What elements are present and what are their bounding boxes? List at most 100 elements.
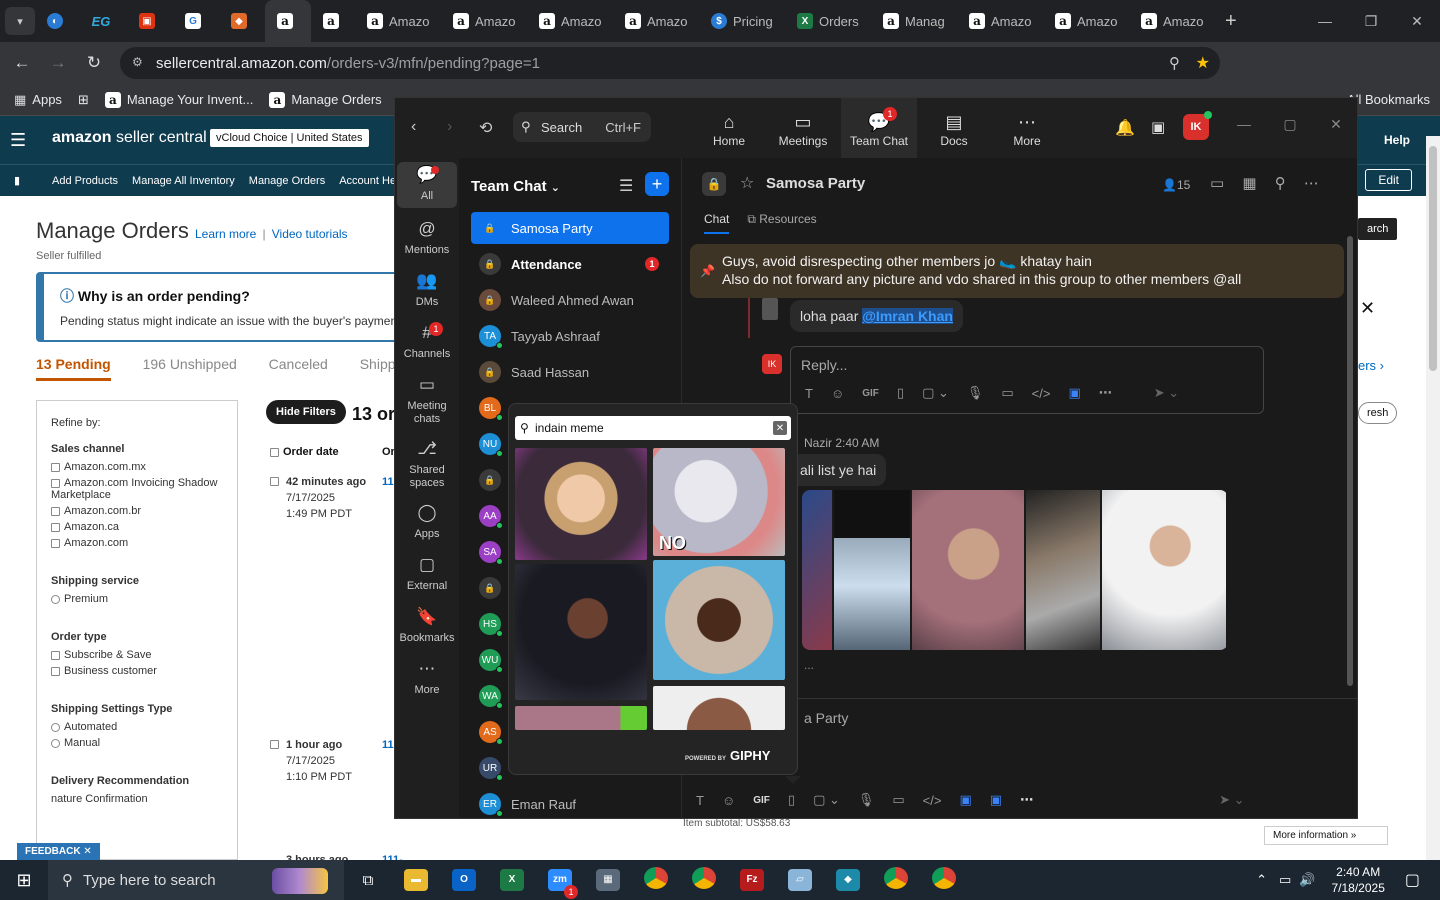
nav-meetings[interactable]: ▭ Meetings	[765, 98, 841, 158]
chevron-up-icon[interactable]: ⌃	[1256, 872, 1267, 888]
excel-icon[interactable]: X	[488, 869, 536, 891]
avatar[interactable]: IK	[1183, 111, 1212, 140]
bookmark-manage-inventory[interactable]: a Manage Your Invent...	[104, 91, 253, 108]
minimize-icon[interactable]: —	[1221, 116, 1267, 133]
nav-docs[interactable]: ▤ Docs	[916, 98, 992, 158]
subnav-manage-orders[interactable]: Manage Orders	[249, 175, 325, 187]
page-scrollbar[interactable]	[1426, 136, 1440, 860]
filter-option[interactable]: Amazon.com.mx	[51, 461, 223, 473]
message-input[interactable]: a Party	[804, 710, 848, 726]
chat-list-item[interactable]: TA Tayyab Ashraaf	[471, 320, 669, 352]
search-icon[interactable]: ⚲	[1169, 54, 1180, 72]
filter-option[interactable]: Amazon.ca	[51, 521, 223, 533]
calculator-icon[interactable]: ▦	[584, 869, 632, 891]
more-icon[interactable]: ⋯	[1304, 175, 1319, 192]
bell-icon[interactable]: 🔔	[1115, 118, 1135, 138]
reply-message[interactable]: loha paar @Imran Khan	[790, 300, 963, 332]
star-icon[interactable]: ☆	[740, 173, 754, 193]
file-icon[interactable]: ▯	[788, 792, 795, 808]
tab-canceled[interactable]: Canceled	[269, 356, 328, 372]
select-all-checkbox[interactable]	[270, 447, 279, 457]
app-icon[interactable]: ◆	[824, 869, 872, 891]
tab-eg[interactable]: EG	[81, 0, 127, 42]
bookmark-star-icon[interactable]: ★	[1196, 53, 1210, 73]
attachment-image[interactable]	[802, 490, 832, 650]
code-icon[interactable]: </>	[923, 793, 942, 808]
network-icon[interactable]: ▭	[1279, 872, 1291, 888]
volume-icon[interactable]: 🔊	[1299, 872, 1315, 888]
filter-option[interactable]: Amazon.com.br	[51, 505, 223, 517]
filter-option[interactable]: Amazon.com	[51, 537, 223, 549]
maximize-icon[interactable]: ▢	[1267, 116, 1313, 133]
outlook-icon[interactable]: O	[440, 869, 488, 891]
site-info-icon[interactable]: ⚙	[132, 55, 143, 69]
tab-resources[interactable]: ⧉ Resources	[747, 212, 816, 226]
filter-icon[interactable]: ☰	[619, 176, 633, 196]
tab-unshipped[interactable]: 196 Unshipped	[143, 356, 237, 372]
attachment-image[interactable]	[912, 490, 1024, 650]
bookmark-apps[interactable]: ▦ Apps	[14, 92, 62, 108]
file-explorer-icon[interactable]: ▬	[392, 869, 440, 891]
back-icon[interactable]: ←	[4, 53, 40, 73]
chat-scrollbar[interactable]	[1347, 236, 1353, 686]
zoom-icon[interactable]: zm 1	[536, 869, 584, 899]
video-icon[interactable]: ▭	[1210, 175, 1224, 192]
seller-central-logo[interactable]: amazon seller central	[52, 129, 207, 147]
help-link[interactable]: Help	[1384, 133, 1410, 147]
filter-option[interactable]: nature Confirmation	[51, 793, 223, 805]
zoom-search-input[interactable]: ⚲ Search Ctrl+F	[513, 112, 651, 142]
rail-all[interactable]: 💬 All	[397, 162, 457, 208]
gif-result[interactable]: NO	[653, 448, 785, 556]
screenshot-icon[interactable]: ▢ ⌄	[813, 792, 840, 808]
rail-bookmarks[interactable]: 🔖 Bookmarks	[397, 608, 457, 645]
tab-globe[interactable]: ◐	[35, 0, 81, 42]
feedback-tab[interactable]: FEEDBACK ✕	[17, 843, 100, 860]
gif-icon[interactable]: GIF	[862, 388, 879, 399]
new-chat-button[interactable]: +	[645, 172, 669, 196]
mic-icon[interactable]: 🎙	[967, 385, 984, 401]
hide-filters-button[interactable]: Hide Filters	[266, 400, 346, 424]
rail-channels[interactable]: # Channels 1	[397, 322, 457, 361]
code-icon[interactable]: </>	[1032, 386, 1051, 401]
tab-box[interactable]: ◆	[219, 0, 265, 42]
url-bar[interactable]: ⚙ sellercentral.amazon.com/orders-v3/mfn…	[120, 47, 1220, 79]
radio[interactable]	[51, 722, 60, 732]
tab-amazon[interactable]: a Amazo	[357, 0, 443, 42]
rail-external[interactable]: ▢ External	[397, 556, 457, 593]
checkbox[interactable]	[51, 462, 60, 472]
chrome-icon[interactable]	[632, 867, 680, 893]
nav-more[interactable]: ⋯ More	[989, 98, 1065, 158]
chrome-icon[interactable]	[872, 867, 920, 893]
bookmark-manage-orders[interactable]: a Manage Orders	[269, 91, 382, 108]
checkbox[interactable]	[51, 538, 60, 548]
gif-result[interactable]	[515, 706, 647, 730]
send-icon[interactable]: ➤ ⌄	[1219, 792, 1244, 808]
clear-icon[interactable]: ✕	[773, 421, 787, 435]
pinned-message[interactable]: 📌 Guys, avoid disrespecting other member…	[690, 244, 1344, 298]
subnav-manage-inventory[interactable]: Manage All Inventory	[132, 175, 235, 187]
tab-amazon[interactable]: a Amazo	[443, 0, 529, 42]
checkbox[interactable]	[51, 522, 60, 532]
radio[interactable]	[51, 594, 60, 604]
attachment-image[interactable]	[1026, 490, 1100, 650]
gif-result[interactable]	[653, 686, 785, 730]
rail-mentions[interactable]: @ Mentions	[397, 220, 457, 257]
tab-manage[interactable]: a Manag	[873, 0, 959, 42]
tab-chat[interactable]: Chat	[704, 212, 730, 234]
emoji-icon[interactable]: ☺	[831, 386, 844, 401]
gif-result[interactable]	[515, 448, 647, 560]
bookmark-icon[interactable]: ▮	[14, 174, 20, 187]
attachment-image[interactable]	[834, 490, 910, 650]
filter-option[interactable]: Manual	[51, 737, 223, 749]
back-arrow-icon[interactable]: ‹	[411, 118, 416, 136]
hamburger-menu-icon[interactable]: ☰	[10, 130, 26, 151]
close-icon[interactable]: ✕	[1394, 0, 1440, 42]
subnav-add-products[interactable]: Add Products	[52, 175, 118, 187]
gif-search-input[interactable]: ⚲ indain meme ✕	[515, 416, 791, 440]
history-icon[interactable]: ⟲	[479, 118, 492, 138]
channel-name[interactable]: Samosa Party	[766, 175, 865, 192]
mention-link[interactable]: @Imran Khan	[862, 308, 953, 324]
tab-pending[interactable]: 13 Pending	[36, 356, 111, 381]
screenshot-icon[interactable]: ▢ ⌄	[922, 385, 949, 401]
forward-arrow-icon[interactable]: ›	[447, 118, 452, 136]
